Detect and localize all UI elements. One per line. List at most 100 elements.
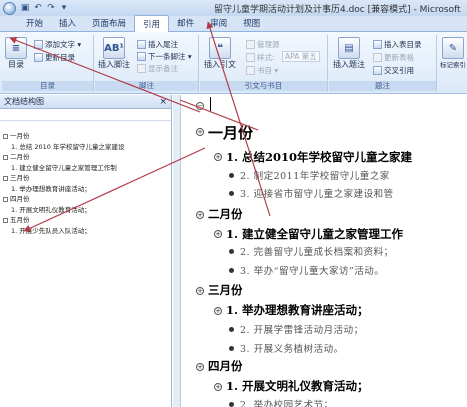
- nav-item[interactable]: 1. 建立健全留守儿童之家管理工作制: [0, 163, 171, 174]
- outline-bullet-icon: +: [196, 287, 204, 295]
- outline-bullet-icon: +: [196, 363, 204, 371]
- collapse-icon[interactable]: [3, 175, 8, 181]
- qat-dropdown-icon[interactable]: ▾: [59, 3, 69, 13]
- nav-item[interactable]: 二月份: [0, 152, 171, 163]
- caption-group-label: 题注: [329, 81, 436, 91]
- nav-item[interactable]: 1. 开展文明礼仪教育活动；: [0, 205, 171, 216]
- update-table-icon: [373, 53, 382, 62]
- outline-bullet-icon: −: [196, 102, 204, 110]
- heading-2[interactable]: 1. 总结2010年学校留守儿童之家建: [226, 149, 412, 165]
- manage-sources-button[interactable]: 管理源: [246, 39, 280, 50]
- outline-bullet-icon: +: [214, 153, 222, 161]
- body-bullet-icon: [229, 191, 234, 196]
- body-text[interactable]: 2. 开展学雷锋活动月活动；: [240, 322, 364, 336]
- document-map-toolbar: [0, 109, 171, 121]
- body-text[interactable]: 2. 完善留守儿童成长档案和资料；: [240, 244, 394, 258]
- citation-group-label: 引文与书目: [200, 81, 327, 91]
- document-page[interactable]: − + 一月份 + 1. 总结2010年学校留守儿童之家建 2. 制定2011年…: [182, 95, 467, 407]
- close-icon[interactable]: ×: [159, 97, 167, 107]
- tab-page-layout[interactable]: 页面布局: [84, 15, 134, 31]
- office-button[interactable]: [0, 0, 18, 16]
- index-group: ✎ 标记索引项: [438, 35, 467, 92]
- nav-item[interactable]: 1. 举办理想教育讲座活动；: [0, 184, 171, 195]
- caption-group: ▤ 插入题注 插入表目录 更新表格 交叉引用 题注: [329, 35, 437, 92]
- add-text-button[interactable]: 添加文字 ▾: [34, 39, 81, 50]
- mark-entry-label: 标记索引项: [440, 61, 466, 69]
- redo-icon[interactable]: ↷: [46, 3, 56, 13]
- mark-entry-button[interactable]: ✎ 标记索引项: [440, 37, 466, 69]
- outline-bullet-icon: +: [214, 383, 222, 391]
- update-table-button[interactable]: 更新表格: [373, 52, 414, 63]
- style-icon: [246, 53, 255, 62]
- cross-reference-label: 交叉引用: [384, 66, 414, 75]
- save-icon[interactable]: ▣: [20, 3, 30, 13]
- body-text[interactable]: 3. 开展义务植树活动。: [240, 341, 344, 355]
- style-dropdown[interactable]: APA 第五: [282, 51, 320, 62]
- collapse-icon[interactable]: [3, 196, 8, 202]
- nav-item[interactable]: 四月份: [0, 194, 171, 205]
- insert-table-of-figures-button[interactable]: 插入表目录: [373, 39, 422, 50]
- show-notes-label: 显示备注: [148, 64, 178, 73]
- update-toc-button[interactable]: 更新目录: [34, 52, 75, 63]
- undo-icon[interactable]: ↶: [33, 3, 43, 13]
- heading-2[interactable]: 1. 建立健全留守儿童之家管理工作: [226, 226, 403, 242]
- tab-references[interactable]: 引用: [134, 15, 170, 32]
- body-text[interactable]: 2. 举办校园艺术节；: [240, 397, 334, 407]
- tab-home[interactable]: 开始: [18, 15, 51, 31]
- insert-citation-button[interactable]: ❝ 插入引文: [204, 37, 236, 70]
- endnote-icon: [137, 40, 146, 49]
- insert-endnote-label: 插入尾注: [148, 40, 178, 49]
- collapse-icon[interactable]: [3, 217, 8, 223]
- body-bullet-icon: [229, 173, 234, 178]
- insert-table-of-figures-label: 插入表目录: [384, 40, 422, 49]
- heading-1[interactable]: 三月份: [208, 282, 243, 298]
- footnote-group-label: 脚注: [95, 81, 198, 91]
- quick-access-toolbar: ▣ ↶ ↷ ▾: [20, 3, 69, 13]
- body-text[interactable]: 3. 举办“留守儿童大家访”活动。: [240, 263, 384, 277]
- show-notes-button[interactable]: 显示备注: [137, 63, 178, 74]
- document-map-header: 文档结构图 ×: [0, 95, 171, 109]
- add-text-label: 添加文字 ▾: [45, 40, 82, 49]
- tab-insert[interactable]: 插入: [51, 15, 84, 31]
- nav-item[interactable]: 1. 总结 2010 年学校留守儿童之家建设: [0, 142, 171, 153]
- body-text[interactable]: 3. 迎接省市留守儿童之家建设和管: [240, 186, 394, 200]
- next-footnote-button[interactable]: 下一条脚注 ▾: [137, 51, 192, 62]
- heading-2[interactable]: 1. 举办理想教育讲座活动；: [226, 302, 369, 318]
- outline-bullet-icon: +: [196, 211, 204, 219]
- tab-review[interactable]: 审阅: [202, 15, 235, 31]
- citation-group: ❝ 插入引文 管理源 样式: APA 第五 书目 ▾ 引文与书目: [200, 35, 328, 92]
- show-notes-icon: [137, 64, 146, 73]
- office-logo-icon: [2, 1, 16, 15]
- nav-item[interactable]: 五月份: [0, 215, 171, 226]
- toc-group: ≡ 目录 添加文字 ▾ 更新目录 目录: [2, 35, 94, 92]
- heading-1[interactable]: 四月份: [208, 358, 243, 374]
- insert-footnote-label: 插入脚注: [98, 60, 130, 69]
- collapse-icon[interactable]: [3, 154, 8, 160]
- bibliography-label: 书目 ▾: [257, 66, 279, 75]
- nav-item[interactable]: 一月份: [0, 131, 171, 142]
- footnote-group: AB¹ 插入脚注 插入尾注 下一条脚注 ▾ 显示备注 脚注: [95, 35, 199, 92]
- insert-footnote-button[interactable]: AB¹ 插入脚注: [98, 37, 130, 70]
- insert-caption-button[interactable]: ▤ 插入题注: [333, 37, 365, 70]
- tab-view[interactable]: 视图: [235, 15, 268, 31]
- insert-endnote-button[interactable]: 插入尾注: [137, 39, 178, 50]
- body-text[interactable]: 2. 制定2011年学校留守儿童之家: [240, 168, 390, 182]
- heading-2[interactable]: 1. 开展文明礼仪教育活动；: [226, 378, 369, 394]
- bibliography-button[interactable]: 书目 ▾: [246, 65, 278, 76]
- heading-1[interactable]: 一月份: [208, 122, 253, 143]
- toc-group-label: 目录: [2, 81, 93, 91]
- manage-sources-label: 管理源: [257, 40, 280, 49]
- nav-item[interactable]: 1. 开展少先队员入队活动；: [0, 226, 171, 237]
- nav-item[interactable]: 三月份: [0, 173, 171, 184]
- tab-mailings[interactable]: 邮件: [169, 15, 202, 31]
- collapse-icon[interactable]: [3, 133, 8, 139]
- cross-reference-button[interactable]: 交叉引用: [373, 65, 414, 76]
- insert-caption-label: 插入题注: [333, 60, 365, 69]
- footnote-icon: AB¹: [103, 37, 125, 59]
- toc-button[interactable]: ≡ 目录: [5, 37, 27, 70]
- ribbon-tabs: 开始 插入 页面布局 引用 邮件 审阅 视图: [0, 15, 467, 32]
- table-of-figures-icon: [373, 40, 382, 49]
- body-bullet-icon: [229, 346, 234, 351]
- heading-1[interactable]: 二月份: [208, 206, 243, 222]
- outline-bullet-icon: +: [196, 128, 204, 136]
